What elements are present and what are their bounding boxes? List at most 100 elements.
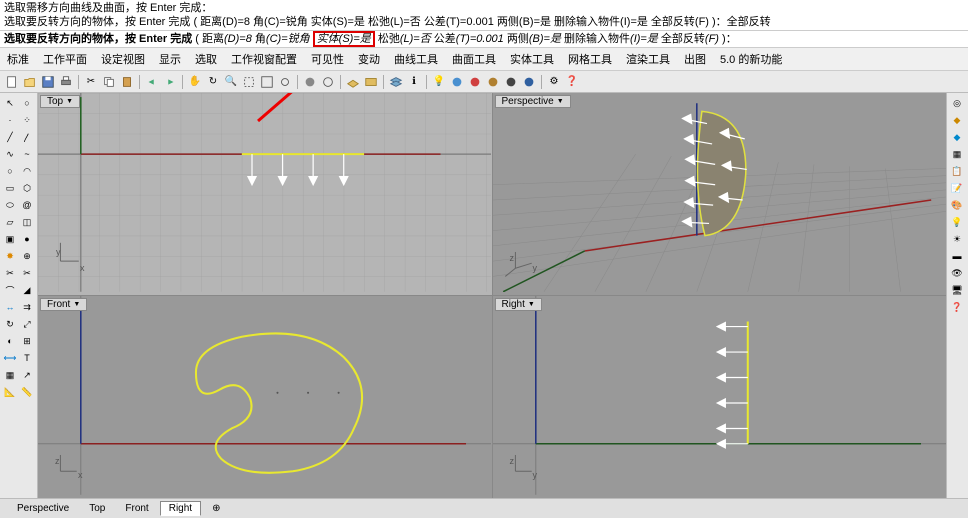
viewport-right[interactable]: Right▼ z y — [493, 296, 947, 498]
line-icon[interactable]: ╱ — [2, 129, 18, 145]
polyline-icon[interactable]: 〳 — [19, 129, 35, 145]
viewport-title-top[interactable]: Top▼ — [40, 95, 80, 108]
copy2-icon[interactable]: ⇉ — [19, 299, 35, 315]
menu-mesh-tools[interactable]: 网格工具 — [565, 50, 615, 68]
block-icon[interactable]: ▦ — [949, 146, 965, 162]
copy-icon[interactable] — [101, 74, 117, 90]
layer-icon[interactable] — [388, 74, 404, 90]
named-cplane-icon[interactable] — [363, 74, 379, 90]
menu-select[interactable]: 选取 — [192, 50, 220, 68]
zoom-extents-icon[interactable] — [259, 74, 275, 90]
light-icon[interactable]: 💡 — [431, 74, 447, 90]
lasso-icon[interactable]: ○ — [19, 95, 35, 111]
sphere-icon[interactable]: ● — [19, 231, 35, 247]
points-icon[interactable]: ⁘ — [19, 112, 35, 128]
menu-visibility[interactable]: 可见性 — [308, 50, 347, 68]
split-icon[interactable]: ✂ — [19, 265, 35, 281]
material-icon[interactable] — [485, 74, 501, 90]
help-icon[interactable]: ❓ — [564, 74, 580, 90]
notes-icon[interactable]: 📝 — [949, 180, 965, 196]
menu-drafting[interactable]: 出图 — [681, 50, 709, 68]
command-prompt[interactable]: 选取要反转方向的物体，按 Enter 完成 ( 距离(D)=8 角(C)=锐角 … — [0, 31, 968, 48]
polygon-icon[interactable]: ⬡ — [19, 180, 35, 196]
viewport-title-perspective[interactable]: Perspective▼ — [495, 95, 571, 108]
tab-front[interactable]: Front — [116, 501, 157, 516]
trim-icon[interactable]: ✂ — [2, 265, 18, 281]
extrude-icon[interactable]: ◫ — [19, 214, 35, 230]
pan-icon[interactable]: ✋ — [187, 74, 203, 90]
length-icon[interactable]: 📏 — [19, 384, 35, 400]
open-icon[interactable] — [22, 74, 38, 90]
tab-add-icon[interactable]: ⊕ — [203, 501, 229, 516]
gradient-sphere-icon[interactable] — [467, 74, 483, 90]
rotate-icon[interactable]: ↻ — [2, 316, 18, 332]
menu-new-v5[interactable]: 5.0 的新功能 — [717, 50, 785, 68]
viewport-perspective[interactable]: Perspective▼ — [493, 93, 947, 295]
menu-transform[interactable]: 变动 — [355, 50, 383, 68]
ellipse-icon[interactable]: ⬭ — [2, 197, 18, 213]
tab-top[interactable]: Top — [80, 501, 114, 516]
groundplane-icon[interactable]: ▬ — [949, 248, 965, 264]
save-icon[interactable] — [40, 74, 56, 90]
join-icon[interactable]: ⊕ — [19, 248, 35, 264]
zoom-icon[interactable]: 🔍 — [223, 74, 239, 90]
options-icon[interactable]: ⚙ — [546, 74, 562, 90]
menu-render-tools[interactable]: 渲染工具 — [623, 50, 673, 68]
rect-icon[interactable]: ▭ — [2, 180, 18, 196]
sun-icon[interactable]: ☀ — [949, 231, 965, 247]
prop-icon[interactable]: 📋 — [949, 163, 965, 179]
menu-surface-tools[interactable]: 曲面工具 — [449, 50, 499, 68]
print-icon[interactable] — [58, 74, 74, 90]
array-icon[interactable]: ⊞ — [19, 333, 35, 349]
help2-icon[interactable]: ❓ — [949, 299, 965, 315]
tab-perspective[interactable]: Perspective — [8, 501, 78, 516]
undo-icon[interactable] — [144, 74, 160, 90]
mat-icon[interactable]: 🎨 — [949, 197, 965, 213]
new-icon[interactable] — [4, 74, 20, 90]
curve-icon[interactable]: ∿ — [2, 146, 18, 162]
env-icon[interactable] — [521, 74, 537, 90]
leader-icon[interactable]: ↗ — [19, 367, 35, 383]
zoom-window-icon[interactable] — [241, 74, 257, 90]
viewport-top[interactable]: Top▼ y x — [38, 93, 492, 295]
display-icon[interactable]: 🖥 — [949, 282, 965, 298]
hatch-icon[interactable]: ▦ — [2, 367, 18, 383]
spiral-icon[interactable]: @ — [19, 197, 35, 213]
viewport-front[interactable]: Front▼ z x — [38, 296, 492, 498]
layer3-icon[interactable]: ◆ — [949, 129, 965, 145]
menu-standard[interactable]: 标准 — [4, 50, 32, 68]
properties-icon[interactable]: ℹ — [406, 74, 422, 90]
solid-option-highlight[interactable]: 实体(S)=是 — [313, 31, 375, 47]
interp-curve-icon[interactable]: ~ — [19, 146, 35, 162]
arc-icon[interactable]: ◠ — [19, 163, 35, 179]
osnap-icon[interactable]: ◎ — [949, 95, 965, 111]
pointer-icon[interactable]: ↖ — [2, 95, 18, 111]
explode-icon[interactable]: ✸ — [2, 248, 18, 264]
fillet-icon[interactable]: ⌒ — [2, 282, 18, 298]
surface-icon[interactable]: ▱ — [2, 214, 18, 230]
menu-display[interactable]: 显示 — [156, 50, 184, 68]
cplane-icon[interactable] — [345, 74, 361, 90]
layer2-icon[interactable]: ◆ — [949, 112, 965, 128]
viewport-title-right[interactable]: Right▼ — [495, 298, 542, 311]
zoom-sel-icon[interactable] — [277, 74, 293, 90]
viewport-title-front[interactable]: Front▼ — [40, 298, 87, 311]
menu-setview[interactable]: 设定视图 — [98, 50, 148, 68]
named-views-icon[interactable]: 👁 — [949, 265, 965, 281]
lights-icon[interactable]: 💡 — [949, 214, 965, 230]
box-icon[interactable]: ▣ — [2, 231, 18, 247]
menu-cplane[interactable]: 工作平面 — [40, 50, 90, 68]
wireframe-icon[interactable] — [320, 74, 336, 90]
dim-icon[interactable]: ⟷ — [2, 350, 18, 366]
tab-right[interactable]: Right — [160, 501, 201, 516]
analyze-icon[interactable]: 📐 — [2, 384, 18, 400]
scale-icon[interactable]: ⤢ — [19, 316, 35, 332]
texture-icon[interactable] — [503, 74, 519, 90]
chamfer-icon[interactable]: ◢ — [19, 282, 35, 298]
mirror-icon[interactable]: ◐ — [2, 333, 18, 349]
menu-solid-tools[interactable]: 实体工具 — [507, 50, 557, 68]
menu-curve-tools[interactable]: 曲线工具 — [391, 50, 441, 68]
text-icon[interactable]: T — [19, 350, 35, 366]
shade-icon[interactable] — [302, 74, 318, 90]
redo-icon[interactable] — [162, 74, 178, 90]
